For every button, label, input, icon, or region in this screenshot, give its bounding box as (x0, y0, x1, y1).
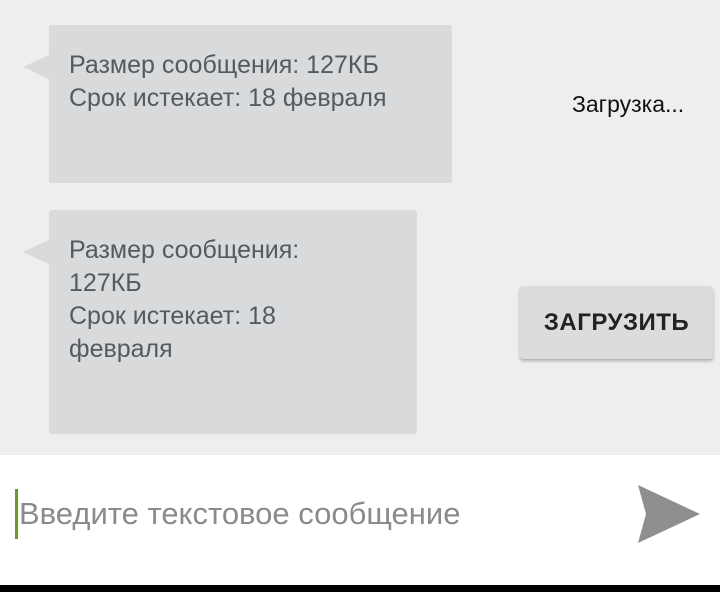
navigation-bar (0, 585, 720, 592)
message-size-value: 127КБ (69, 269, 142, 297)
message-size-text: Размер сообщения: 127КБ (69, 51, 379, 79)
message-expiry-text: Срок истекает: 18 февраля (69, 84, 387, 112)
mms-message-bubble[interactable]: Размер сообщения: 127КБ Срок истекает: 1… (23, 210, 417, 434)
send-button[interactable] (628, 476, 708, 552)
message-input[interactable] (14, 488, 614, 540)
mms-message-bubble[interactable]: Размер сообщения: 127КБ Срок истекает: 1… (23, 25, 452, 183)
message-thread: Размер сообщения: 127КБ Срок истекает: 1… (0, 0, 720, 455)
loading-status: Загрузка... (572, 91, 685, 117)
send-arrow-icon (638, 485, 700, 543)
message-expiry-label: Срок истекает: 18 (69, 302, 276, 330)
message-size-label: Размер сообщения: (69, 236, 300, 264)
download-button[interactable]: ЗАГРУЗИТЬ (520, 286, 713, 359)
message-expiry-value: февраля (69, 335, 173, 363)
